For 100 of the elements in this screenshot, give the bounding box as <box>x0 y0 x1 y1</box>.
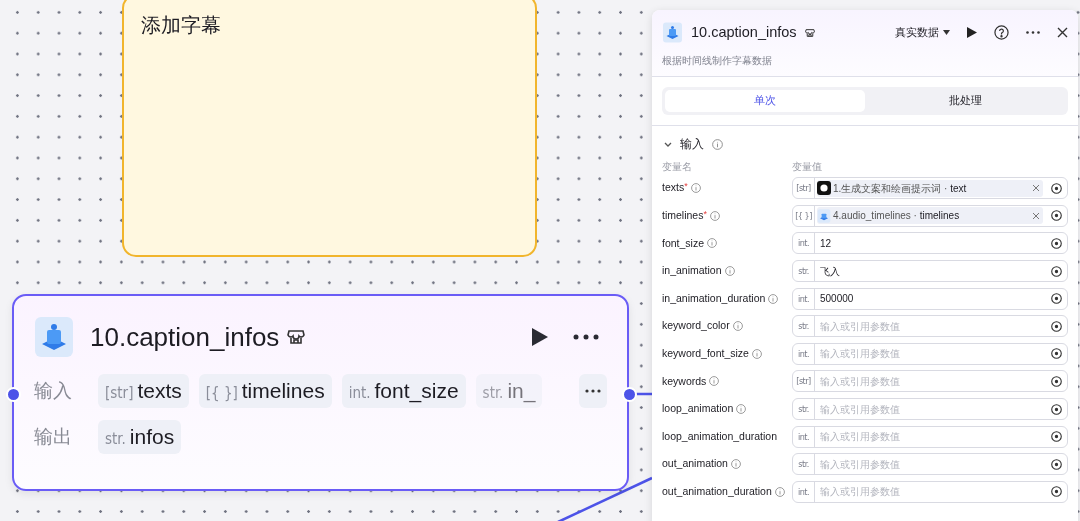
input-field[interactable]: str. 输入或引用参数值 <box>792 315 1068 338</box>
info-icon <box>712 138 723 150</box>
node-icon <box>817 181 831 196</box>
column-header: 变量值 <box>792 160 823 174</box>
input-field[interactable]: int. 500000 <box>792 287 1068 310</box>
target-icon[interactable] <box>1051 265 1062 277</box>
reference-text: 1.生成文案和绘画提示词 · text <box>833 181 968 196</box>
chevron-icon[interactable] <box>664 141 672 147</box>
run-button[interactable] <box>967 27 977 39</box>
input-label: 输入 <box>34 378 73 403</box>
type-tag: int. <box>793 343 815 364</box>
field-placeholder: 输入或引用参数值 <box>819 319 901 334</box>
input-field[interactable]: int. 输入或引用参数值 <box>792 480 1068 503</box>
node-card[interactable]: 10.caption_infos 输入 [str] texts [{ }] timelines int. font_size str. in_ 输出 str. infos <box>12 294 629 491</box>
type-tag: int. <box>348 376 371 410</box>
type-tag: [{ }] <box>793 205 815 226</box>
input-field[interactable]: str. 飞入 <box>792 260 1068 283</box>
field-value: 飞入 <box>819 264 841 279</box>
param-name: timelines* <box>662 207 707 223</box>
more-icon <box>585 389 601 393</box>
param-name: in_animation <box>662 263 722 279</box>
port-name: timelines <box>241 378 325 404</box>
input-field[interactable]: [str] 输入或引用参数值 <box>792 370 1068 393</box>
note-text: 添加字幕 <box>141 14 221 36</box>
tab[interactable]: 批处理 <box>865 89 1065 112</box>
type-tag: str. <box>793 454 815 475</box>
type-tag: int. <box>793 481 815 502</box>
panel-description: 根据时间线制作字幕数据 <box>662 53 773 68</box>
type-tag: int. <box>793 233 815 254</box>
target-icon[interactable] <box>1051 458 1062 470</box>
required-mark: * <box>684 181 688 192</box>
node-icon <box>817 208 831 223</box>
type-tag: str. <box>793 261 815 282</box>
input-field[interactable]: str. 输入或引用参数值 <box>792 453 1068 476</box>
target-icon[interactable] <box>1051 403 1062 415</box>
input-field[interactable]: str. 输入或引用参数值 <box>792 398 1068 420</box>
target-icon[interactable] <box>1051 486 1062 498</box>
store-icon <box>804 27 815 38</box>
type-tag: int. <box>793 426 815 447</box>
target-icon[interactable] <box>1051 182 1062 194</box>
panel-title: 10.caption_infos <box>691 23 797 42</box>
field-placeholder: 输入或引用参数值 <box>819 347 901 362</box>
required-mark: * <box>703 208 707 219</box>
type-tag: str. <box>793 399 815 419</box>
clear-icon[interactable] <box>1033 212 1039 219</box>
port-name: texts <box>137 378 182 404</box>
param-name: keyword_font_size <box>662 345 749 361</box>
field-placeholder: 输入或引用参数值 <box>819 457 901 472</box>
field-value: 12 <box>819 236 833 251</box>
target-icon[interactable] <box>1051 237 1062 249</box>
param-name: font_size <box>662 235 705 251</box>
more-button[interactable] <box>1026 31 1040 35</box>
input-field[interactable]: int. 输入或引用参数值 <box>792 342 1068 365</box>
close-button[interactable] <box>1057 27 1068 39</box>
param-name: loop_animation_duration <box>662 428 777 444</box>
input-field[interactable]: [{ }] 4.audio_timelines · timelines <box>792 204 1068 227</box>
more-icon <box>1026 31 1040 35</box>
data-mode-dropdown[interactable]: 真实数据 <box>895 25 950 41</box>
param-name: keyword_color <box>662 318 730 334</box>
target-icon[interactable] <box>1051 431 1062 443</box>
target-icon[interactable] <box>1051 348 1062 360</box>
node-icon <box>34 316 74 358</box>
section-title: 输入 <box>680 136 704 152</box>
reference-text: 4.audio_timelines · timelines <box>833 209 961 224</box>
type-tag: str. <box>793 316 815 337</box>
note-card[interactable]: 添加字幕 <box>122 0 537 257</box>
more-icon[interactable] <box>573 334 599 340</box>
play-icon <box>967 27 977 39</box>
node-title: 10.caption_infos <box>90 320 280 354</box>
store-icon <box>287 328 306 346</box>
input-field[interactable]: [str] 1.生成文案和绘画提示词 · text <box>792 177 1068 200</box>
type-tag: str. <box>482 376 504 410</box>
target-icon[interactable] <box>1051 320 1062 332</box>
field-placeholder: 输入或引用参数值 <box>819 430 901 445</box>
param-name: keywords <box>662 373 707 389</box>
port-name: infos <box>129 424 175 450</box>
type-tag: [str] <box>105 376 134 410</box>
input-field[interactable]: int. 12 <box>792 232 1068 255</box>
column-header: 变量名 <box>662 160 693 174</box>
field-placeholder: 输入或引用参数值 <box>819 374 901 389</box>
param-name: in_animation_duration <box>662 290 766 306</box>
help-button[interactable] <box>994 25 1009 41</box>
target-icon[interactable] <box>1051 210 1062 222</box>
tab[interactable]: 单次 <box>665 89 865 112</box>
close-icon <box>1057 27 1068 39</box>
port-name: font_size <box>374 378 459 405</box>
param-name: texts* <box>662 180 688 196</box>
field-placeholder: 输入或引用参数值 <box>819 402 901 417</box>
port-name: in_ <box>507 378 536 405</box>
output-label: 输出 <box>34 424 73 449</box>
type-tag: [str] <box>793 371 815 392</box>
clear-icon[interactable] <box>1033 185 1039 192</box>
input-field[interactable]: int. 输入或引用参数值 <box>792 425 1068 448</box>
play-icon[interactable] <box>531 327 549 347</box>
target-icon[interactable] <box>1051 293 1062 305</box>
node-icon <box>662 22 683 44</box>
field-value: 500000 <box>819 292 855 307</box>
param-name: loop_animation <box>662 401 734 417</box>
param-name: out_animation_duration <box>662 483 772 499</box>
target-icon[interactable] <box>1051 375 1062 387</box>
